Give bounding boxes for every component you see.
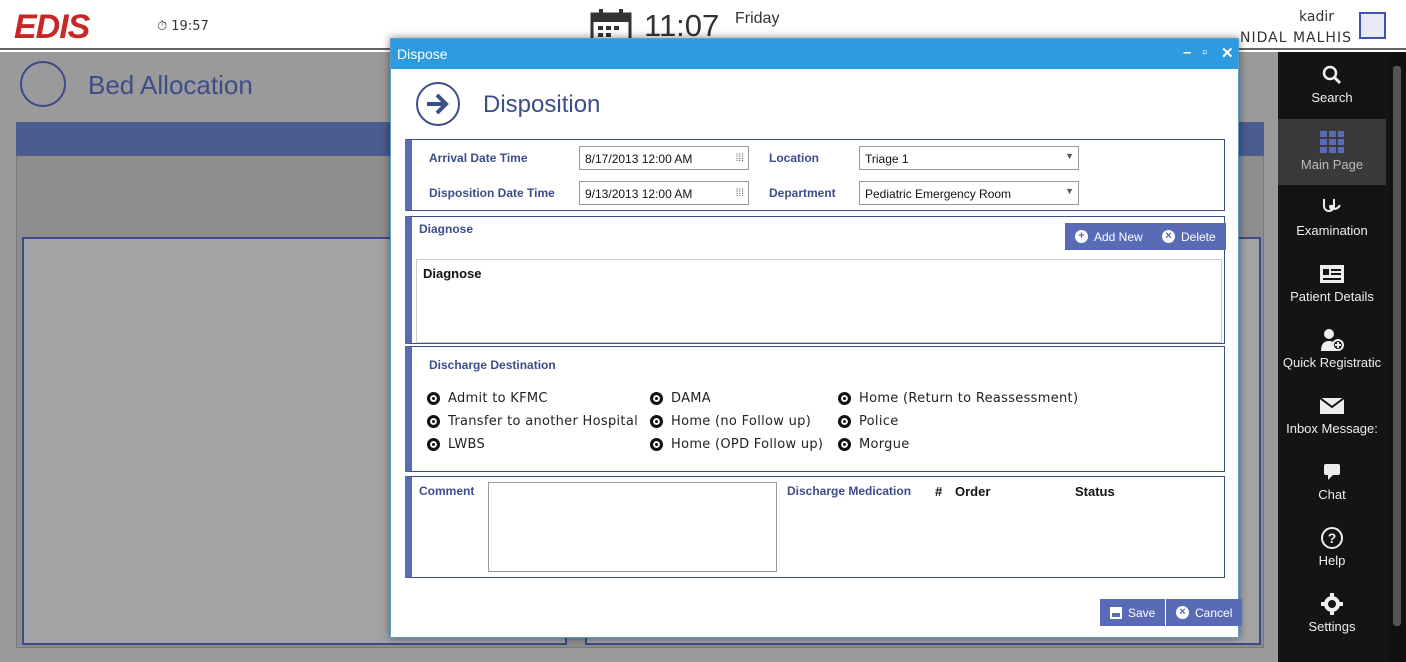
edis-logo: EDIS	[14, 8, 90, 46]
grid-picker-icon[interactable]: ⁞⁞⁞	[736, 153, 744, 164]
radio-transfer-hospital[interactable]: Transfer to another Hospital	[427, 414, 638, 429]
save-icon	[1110, 606, 1122, 619]
arrow-right-icon	[416, 82, 460, 126]
sidebar-item-quick-registration[interactable]: Quick Registratic	[1278, 317, 1386, 383]
dialog-heading: Disposition	[483, 91, 601, 118]
scrollbar-thumb[interactable]	[1393, 66, 1401, 626]
grid-icon	[1320, 131, 1344, 153]
maximize-icon[interactable]: ▫	[1202, 44, 1207, 61]
location-select[interactable]: Triage 1 ▼	[859, 146, 1079, 170]
radio-home-opd[interactable]: Home (OPD Follow up)	[650, 437, 823, 452]
stethoscope-icon	[1323, 199, 1341, 212]
department-label: Department	[769, 186, 836, 200]
comment-label: Comment	[419, 484, 475, 498]
sidebar-item-main-page[interactable]: Main Page	[1278, 119, 1386, 185]
grid-picker-icon[interactable]: ⁞⁞⁞	[736, 188, 744, 199]
save-button[interactable]: Save	[1100, 599, 1166, 626]
discharge-destination-label: Discharge Destination	[429, 358, 556, 372]
radio-home-no-follow[interactable]: Home (no Follow up)	[650, 414, 811, 429]
radio-morgue[interactable]: Morgue	[838, 437, 910, 452]
help-icon: ?	[1321, 527, 1343, 549]
discharge-destination-section: Discharge Destination Admit to KFMC Tran…	[405, 346, 1225, 472]
arrow-icon	[20, 61, 66, 107]
add-new-button[interactable]: + Add New	[1065, 223, 1153, 250]
minimize-icon[interactable]: –	[1183, 44, 1191, 61]
day-name: Friday	[735, 10, 780, 27]
add-user-icon	[1321, 329, 1344, 351]
chat-icon	[1324, 464, 1340, 480]
close-icon[interactable]: ✕	[1221, 44, 1234, 62]
comment-medication-section: Comment Discharge Medication # Order Sta…	[405, 476, 1225, 578]
sidebar-item-help[interactable]: ? Help	[1278, 515, 1386, 581]
arrival-label: Arrival Date Time	[429, 151, 528, 165]
close-circle-icon: ×	[1176, 606, 1189, 619]
sidebar-item-chat[interactable]: Chat	[1278, 449, 1386, 515]
session-timer: ⏱ 19:57	[157, 19, 209, 34]
diagnose-section: Diagnose + Add New × Delete Diagnose	[405, 216, 1226, 344]
sidebar-item-patient-details[interactable]: Patient Details	[1278, 251, 1386, 317]
med-col-order: Order	[955, 484, 991, 499]
search-icon	[1322, 65, 1342, 85]
diagnose-column-header: Diagnose	[423, 266, 482, 281]
discharge-medication-label: Discharge Medication	[787, 484, 912, 498]
department-select[interactable]: Pediatric Emergency Room ▼	[859, 181, 1079, 205]
sidebar: Search Main Page Examination Patient Det…	[1278, 52, 1390, 662]
chevron-down-icon: ▼	[1065, 186, 1074, 196]
radio-home-reassessment[interactable]: Home (Return to Reassessment)	[838, 391, 1078, 406]
disposition-label: Disposition Date Time	[429, 186, 555, 200]
chevron-down-icon: ▼	[1065, 151, 1074, 161]
radio-admit-kfmc[interactable]: Admit to KFMC	[427, 391, 548, 406]
gear-icon	[1321, 593, 1343, 615]
avatar[interactable]	[1359, 12, 1386, 39]
id-card-icon	[1320, 265, 1344, 283]
sidebar-item-inbox[interactable]: Inbox Message:	[1278, 383, 1386, 449]
radio-police[interactable]: Police	[838, 414, 899, 429]
svg-text:?: ?	[1328, 530, 1337, 546]
med-col-status: Status	[1075, 484, 1115, 499]
page-title: Bed Allocation	[88, 70, 253, 100]
sidebar-item-examination[interactable]: Examination	[1278, 185, 1386, 251]
date-location-section: Arrival Date Time 8/17/2013 12:00 AM ⁞⁞⁞ …	[405, 139, 1225, 211]
arrival-date-field[interactable]: 8/17/2013 12:00 AM ⁞⁞⁞	[579, 146, 749, 170]
sidebar-item-search[interactable]: Search	[1278, 52, 1386, 118]
user-name: NIDAL MALHIS	[1240, 30, 1352, 46]
dialog-titlebar: Dispose – ▫ ✕	[391, 39, 1238, 69]
plus-icon: +	[1075, 230, 1088, 243]
close-circle-icon: ×	[1162, 230, 1175, 243]
comment-textarea[interactable]	[488, 482, 777, 572]
diagnose-label: Diagnose	[419, 222, 474, 236]
diagnose-grid: Diagnose	[416, 259, 1222, 343]
location-label: Location	[769, 151, 819, 165]
delete-button[interactable]: × Delete	[1152, 223, 1226, 250]
radio-dama[interactable]: DAMA	[650, 391, 711, 406]
envelope-icon	[1320, 397, 1344, 414]
med-col-number: #	[935, 484, 943, 499]
radio-lwbs[interactable]: LWBS	[427, 437, 485, 452]
sidebar-item-settings[interactable]: Settings	[1278, 581, 1386, 647]
user-login: kadir	[1299, 9, 1334, 25]
dialog-title: Dispose	[397, 46, 448, 62]
cancel-button[interactable]: × Cancel	[1166, 599, 1243, 626]
disposition-date-field[interactable]: 9/13/2013 12:00 AM ⁞⁞⁞	[579, 181, 749, 205]
dispose-dialog: Dispose – ▫ ✕ Disposition Arrival Date T…	[390, 38, 1243, 638]
